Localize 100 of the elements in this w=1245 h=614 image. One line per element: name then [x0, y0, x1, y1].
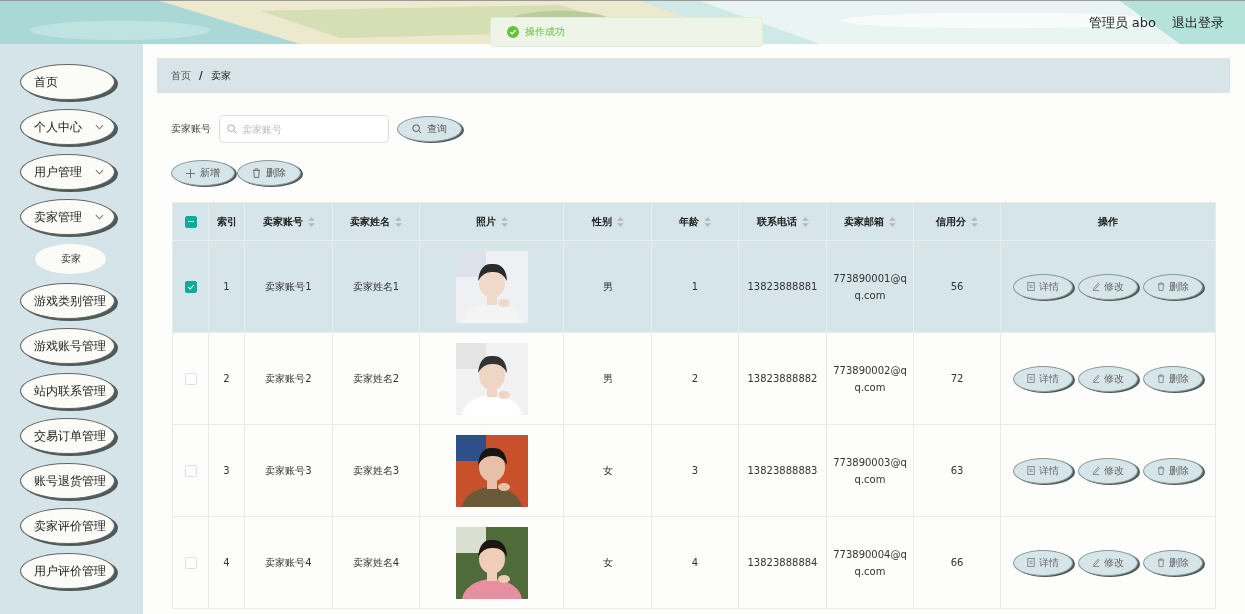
table-cell: 卖家账号1: [265, 280, 312, 292]
menu-item[interactable]: 账号退货管理: [20, 463, 115, 499]
menu-item[interactable]: 个人中心: [20, 109, 115, 145]
sort-icon[interactable]: [395, 216, 402, 227]
table-cell-text: 773890002@qq.com: [832, 363, 908, 395]
column-header: 卖家邮箱: [844, 214, 884, 229]
trash-icon: [1157, 558, 1165, 567]
column-header: 性别: [591, 214, 612, 229]
admin-user-label: 管理员 abo: [1088, 13, 1156, 32]
toast-message: 操作成功: [525, 25, 565, 39]
trash-icon: [1157, 374, 1165, 383]
edit-button[interactable]: 修改: [1078, 273, 1138, 300]
edit-button[interactable]: 修改: [1078, 549, 1138, 576]
trash-icon: [252, 168, 261, 178]
details-button[interactable]: 详情: [1013, 549, 1073, 576]
table-cell: 卖家姓名1: [352, 280, 400, 292]
column-header: 年龄: [679, 214, 699, 229]
table-cell: 2: [223, 373, 230, 384]
table-cell: 女: [602, 556, 613, 568]
field-label: 卖家账号: [171, 122, 211, 136]
sort-icon[interactable]: [801, 216, 809, 227]
table-cell-text: 773890003@qq.com: [832, 455, 908, 487]
menu-item[interactable]: 交易订单管理: [20, 418, 115, 454]
menu-item[interactable]: 用户管理: [20, 154, 115, 190]
column-header: 照片: [475, 214, 496, 229]
menu-item[interactable]: 卖家管理: [20, 199, 115, 235]
table-cell: 13823888882: [747, 373, 818, 384]
document-icon: [1027, 558, 1035, 567]
submenu-item[interactable]: 卖家: [35, 244, 106, 274]
table-cell: 女: [602, 464, 613, 476]
search-icon: [227, 124, 237, 134]
breadcrumb-separator: /: [199, 70, 203, 81]
menu-item[interactable]: 卖家评价管理: [20, 508, 115, 544]
pencil-icon: [1092, 374, 1100, 383]
table-cell: 3: [223, 465, 230, 476]
sort-icon[interactable]: [307, 216, 315, 227]
pencil-icon: [1092, 282, 1100, 291]
table-cell-text: 773890004@qq.com: [832, 547, 908, 579]
table-cell: 卖家账号4: [265, 556, 312, 568]
table-cell: 2: [691, 373, 699, 384]
delete-button[interactable]: 删除: [237, 160, 301, 186]
select-all-checkbox[interactable]: [184, 215, 197, 228]
delete-button[interactable]: 删除: [1143, 549, 1203, 576]
table-cell: 13823888883: [747, 465, 818, 476]
column-header: 卖家账号: [262, 214, 303, 229]
trash-icon: [1157, 282, 1165, 291]
menu-item[interactable]: 用户评价管理: [20, 553, 115, 589]
menu-item[interactable]: 站内联系管理: [20, 373, 115, 409]
delete-button[interactable]: 删除: [1143, 365, 1203, 392]
table-cell-text: 773890001@qq.com: [832, 271, 908, 303]
table-cell: 63: [950, 465, 964, 476]
document-icon: [1027, 282, 1035, 291]
add-button[interactable]: 新增: [171, 160, 235, 186]
delete-button[interactable]: 删除: [1143, 457, 1203, 484]
trash-icon: [1157, 466, 1165, 475]
table-cell: 13823888884: [747, 557, 818, 568]
menu-item[interactable]: 游戏类别管理: [20, 283, 115, 319]
table-cell: 卖家账号2: [265, 372, 312, 384]
edit-button[interactable]: 修改: [1078, 457, 1138, 484]
column-header: 信用分: [936, 214, 966, 229]
table-cell: 3: [691, 465, 699, 476]
edit-button[interactable]: 修改: [1078, 365, 1138, 392]
column-header: 联系电话: [756, 214, 797, 229]
table-cell: 卖家账号3: [265, 464, 312, 476]
breadcrumb-link[interactable]: 首页: [171, 68, 191, 83]
sort-icon[interactable]: [500, 216, 508, 227]
row-checkbox[interactable]: [184, 280, 197, 293]
table-cell: 72: [950, 373, 964, 384]
table-cell: 13823888881: [747, 281, 818, 292]
sort-icon[interactable]: [704, 216, 711, 227]
delete-button[interactable]: 删除: [1143, 273, 1203, 300]
menu-item[interactable]: 首页: [20, 64, 115, 100]
table-cell: 卖家姓名3: [352, 464, 400, 476]
document-icon: [1027, 374, 1035, 383]
breadcrumb-link[interactable]: 卖家: [210, 68, 231, 83]
table-cell: 1: [223, 281, 230, 292]
details-button[interactable]: 详情: [1013, 365, 1073, 392]
pencil-icon: [1092, 466, 1100, 475]
search-button[interactable]: 查询: [397, 116, 462, 142]
table-cell: 56: [950, 281, 964, 292]
table-cell: 66: [950, 557, 964, 568]
table-cell: 卖家姓名4: [352, 556, 400, 568]
table-cell: 卖家姓名2: [352, 372, 400, 384]
menu-item[interactable]: 游戏账号管理: [20, 328, 115, 364]
sort-icon[interactable]: [616, 216, 624, 227]
details-button[interactable]: 详情: [1013, 457, 1073, 484]
document-icon: [1027, 466, 1035, 475]
table-cell: 男: [602, 372, 613, 384]
search-field[interactable]: 卖家账号: [219, 115, 389, 143]
table-cell: 1: [691, 281, 699, 292]
table-cell: 4: [223, 557, 230, 568]
table-cell: 4: [691, 557, 699, 568]
details-button[interactable]: 详情: [1013, 273, 1073, 300]
search-icon: [412, 124, 422, 134]
plus-icon: [186, 168, 195, 178]
sort-icon[interactable]: [889, 216, 896, 227]
pencil-icon: [1092, 558, 1100, 567]
logout-link[interactable]: 退出登录: [1172, 13, 1224, 32]
column-header: 操作: [1098, 214, 1118, 229]
sort-icon[interactable]: [971, 216, 978, 227]
